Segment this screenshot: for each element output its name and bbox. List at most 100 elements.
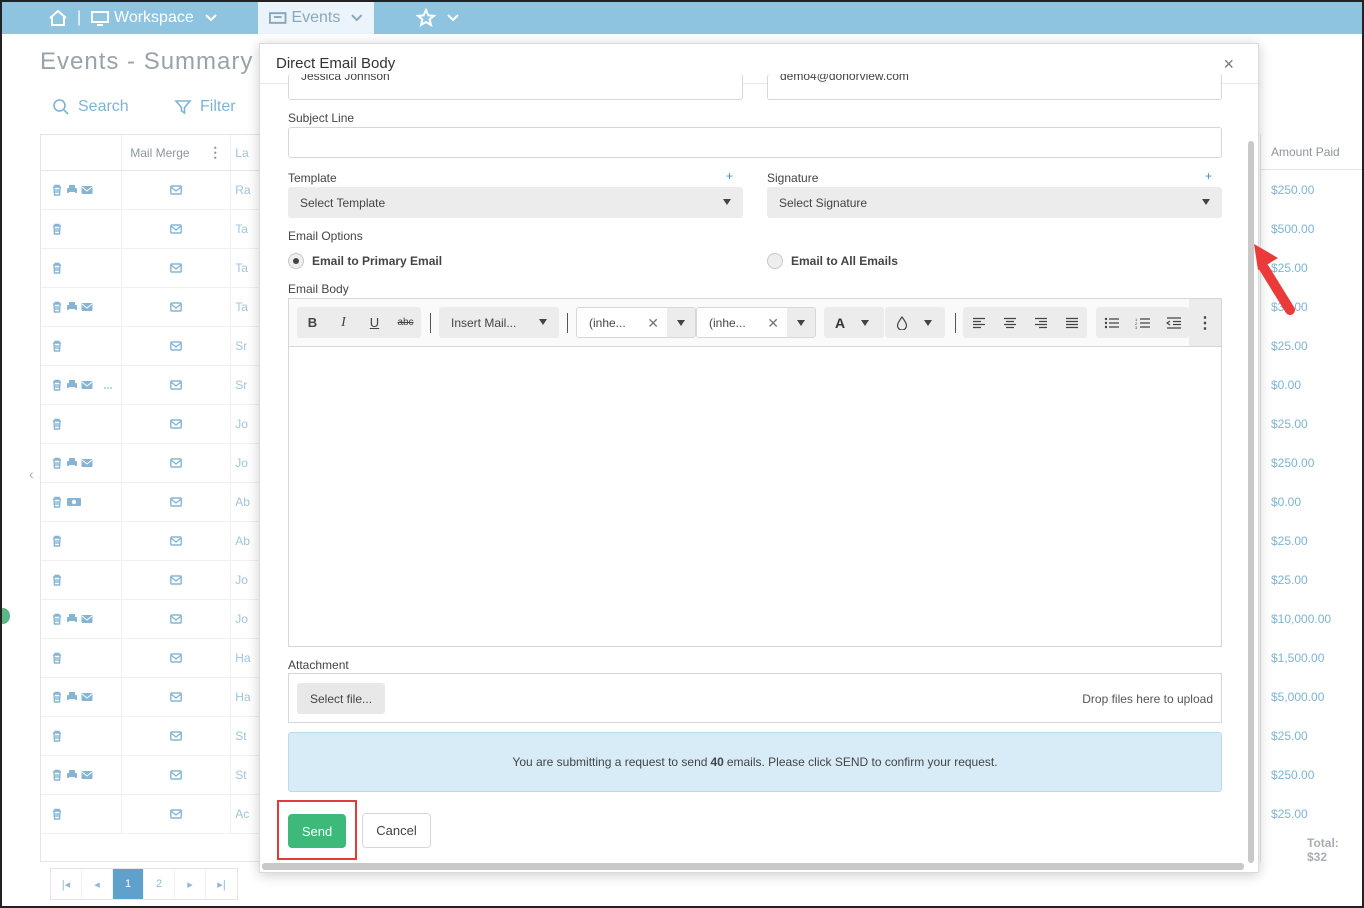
trash-icon[interactable] [51,457,63,469]
trash-icon[interactable] [51,223,63,235]
prev-page-button[interactable]: ◂ [82,869,113,899]
table-row[interactable]: Sr [41,366,259,405]
envelope-icon[interactable] [81,769,93,781]
envelope-icon[interactable] [81,379,93,391]
more-options-icon[interactable]: ⋮ [1189,299,1221,346]
trash-icon[interactable] [51,652,63,664]
events-tab[interactable]: Events [258,2,374,34]
trash-icon[interactable] [51,691,63,703]
column-menu-icon[interactable]: ⋮ [208,144,222,161]
table-row[interactable]: Ab [41,522,259,561]
font-color-picker[interactable]: A [824,307,884,338]
select-file-button[interactable]: Select file... [297,683,386,714]
align-center-icon[interactable] [994,307,1025,338]
envelope-icon[interactable] [81,613,93,625]
last-name-cell[interactable]: Ta [231,261,259,275]
table-row[interactable]: Ta [41,288,259,327]
trash-icon[interactable] [51,301,63,313]
editor-content-area[interactable] [289,347,1221,647]
print-icon[interactable] [66,379,78,391]
envelope-icon[interactable] [170,418,183,430]
template-select[interactable]: Select Template [288,187,743,218]
last-name-cell[interactable]: Jo [231,573,259,587]
last-name-cell[interactable]: Ra [231,183,259,197]
trash-icon[interactable] [51,184,63,196]
last-name-cell[interactable]: Ab [231,495,259,509]
table-row[interactable]: Ha [41,639,259,678]
last-name-cell[interactable]: Ha [231,690,259,704]
numbered-list-icon[interactable]: 123 [1127,307,1158,338]
cancel-button[interactable]: Cancel [362,813,431,848]
underline-button[interactable]: U [359,307,390,338]
table-row[interactable]: Ta [41,210,259,249]
add-signature-button[interactable]: + [1205,169,1212,183]
add-template-button[interactable]: + [726,169,733,183]
last-name-cell[interactable]: Jo [231,417,259,431]
last-name-cell[interactable]: Ta [231,300,259,314]
amount-paid-header[interactable]: Amount Paid [1261,134,1362,170]
envelope-icon[interactable] [170,262,183,274]
last-name-cell[interactable]: Ha [231,651,259,665]
from-name-field[interactable]: Jessica Johnson [288,74,743,100]
table-row[interactable]: Ha [41,678,259,717]
envelope-icon[interactable] [170,535,183,547]
horizontal-scrollbar[interactable] [262,863,1244,870]
table-row[interactable]: St [41,717,259,756]
send-button[interactable]: Send [288,814,346,848]
table-row[interactable]: Ab [41,483,259,522]
attachment-dropzone[interactable]: Select file... Drop files here to upload [288,673,1222,723]
last-page-button[interactable]: ▸| [206,869,237,899]
trash-icon[interactable] [51,769,63,781]
from-email-field[interactable]: demo4@donorview.com [767,74,1222,100]
envelope-icon[interactable] [170,496,183,508]
font-family-dropdown[interactable] [667,308,695,337]
trash-icon[interactable] [51,613,63,625]
envelope-icon[interactable] [170,691,183,703]
envelope-icon[interactable] [170,808,183,820]
last-name-cell[interactable]: Sr [231,339,259,353]
table-row[interactable]: Jo [41,561,259,600]
envelope-icon[interactable] [81,184,93,196]
strikethrough-button[interactable]: abc [390,307,421,338]
last-name-cell[interactable]: St [231,768,259,782]
close-icon[interactable]: × [1223,54,1234,75]
envelope-icon[interactable] [170,574,183,586]
page-1-button[interactable]: 1 [113,869,144,899]
print-icon[interactable] [66,691,78,703]
trash-icon[interactable] [51,340,63,352]
trash-icon[interactable] [51,574,63,586]
table-row[interactable]: Jo [41,405,259,444]
mail-merge-header[interactable]: Mail Merge ⋮ [122,135,232,170]
table-row[interactable]: St [41,756,259,795]
table-row[interactable]: Sr [41,327,259,366]
last-name-cell[interactable]: Ac [231,807,259,821]
align-left-icon[interactable] [963,307,994,338]
envelope-icon[interactable] [170,301,183,313]
bullet-list-icon[interactable] [1096,307,1127,338]
last-name-cell[interactable]: St [231,729,259,743]
last-name-header[interactable]: La [231,146,259,160]
envelope-icon[interactable] [170,379,183,391]
page-2-button[interactable]: 2 [144,869,175,899]
envelope-icon[interactable] [170,223,183,235]
last-name-cell[interactable]: Sr [231,378,259,392]
last-name-cell[interactable]: Ta [231,222,259,236]
more-icon[interactable] [102,379,114,391]
first-page-button[interactable]: |◂ [51,869,82,899]
clear-icon[interactable]: ✕ [767,315,779,332]
last-name-cell[interactable]: Jo [231,612,259,626]
print-icon[interactable] [66,457,78,469]
workspace-menu[interactable]: Workspace [90,2,218,34]
outdent-icon[interactable] [1158,307,1189,338]
envelope-icon[interactable] [81,457,93,469]
home-icon[interactable] [48,2,68,34]
envelope-icon[interactable] [170,184,183,196]
trash-icon[interactable] [51,379,63,391]
search-button[interactable]: Search [52,98,129,116]
envelope-icon[interactable] [81,691,93,703]
envelope-icon[interactable] [170,613,183,625]
align-right-icon[interactable] [1025,307,1056,338]
clear-icon[interactable]: ✕ [647,315,659,332]
last-name-cell[interactable]: Jo [231,456,259,470]
font-family-combo[interactable]: (inhe... ✕ [576,307,696,338]
